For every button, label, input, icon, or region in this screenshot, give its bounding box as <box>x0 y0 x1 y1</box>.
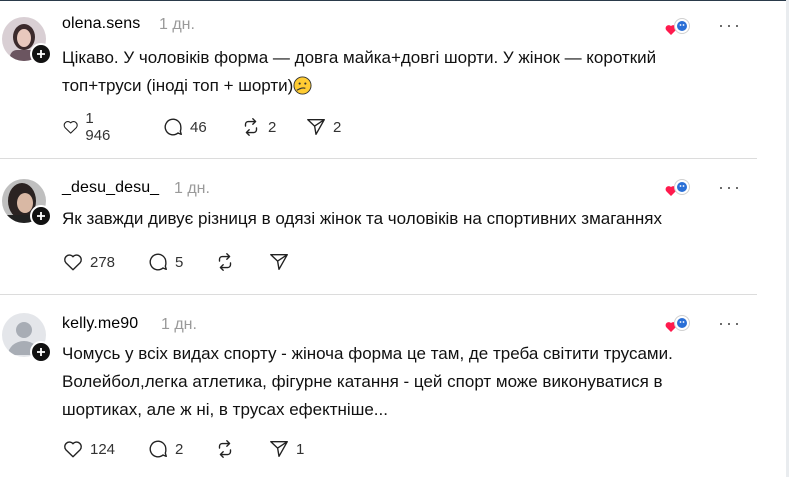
repost-count: 2 <box>268 118 277 136</box>
like-button[interactable]: 124 <box>62 437 115 461</box>
username[interactable]: _desu_desu_ <box>62 179 159 197</box>
comment-count: 5 <box>175 253 184 271</box>
comment-button[interactable]: 5 <box>147 250 183 274</box>
share-count: 2 <box>333 118 342 136</box>
heart-and-smiley-reaction-icon <box>665 315 690 332</box>
follow-plus-icon[interactable] <box>30 205 52 227</box>
more-dots-icon[interactable]: ··· <box>718 313 742 334</box>
post-desu-desu: _desu_desu_ 1 дн. ··· Як завжди дивує рі… <box>0 159 760 294</box>
more-dots-icon[interactable]: ··· <box>718 15 742 36</box>
speech-bubble-icon <box>149 253 167 271</box>
heart-outline-icon <box>63 121 78 134</box>
post-time[interactable]: 1 дн. <box>174 180 210 198</box>
repost-arrows-icon <box>218 440 232 458</box>
share-button[interactable] <box>268 250 296 274</box>
speech-bubble-icon <box>164 118 182 136</box>
send-paper-plane-icon <box>307 118 325 136</box>
heart-outline-icon <box>64 441 82 458</box>
post-text-line: Як завжди дивує різниця в одязі жінок та… <box>62 209 662 228</box>
comment-button[interactable]: 46 <box>162 115 207 139</box>
follow-plus-icon[interactable] <box>30 341 52 363</box>
post-text-line: шортиках, але ж ні, в трусах ефектніше..… <box>62 400 388 419</box>
heart-and-smiley-reaction-icon <box>665 179 690 196</box>
share-button[interactable]: 2 <box>305 115 341 139</box>
speech-bubble-icon <box>149 440 167 458</box>
send-paper-plane-icon <box>270 440 288 458</box>
send-paper-plane-icon <box>270 253 288 271</box>
post-text: Як завжди дивує різниця в одязі жінок та… <box>62 205 752 233</box>
username[interactable]: olena.sens <box>62 15 140 33</box>
post-text: Чомусь у всіх видах спорту - жіноча форм… <box>62 340 752 424</box>
like-count: 278 <box>90 253 116 271</box>
repost-button[interactable] <box>214 437 242 461</box>
username[interactable]: kelly.me90 <box>62 315 138 333</box>
repost-button[interactable]: 2 <box>240 115 276 139</box>
like-button[interactable]: 1 946 <box>62 110 115 144</box>
post-kelly-me90: kelly.me90 1 дн. ··· Чомусь у всіх видах… <box>0 295 760 477</box>
comment-button[interactable]: 2 <box>147 437 183 461</box>
heart-and-smiley-reaction-icon <box>665 18 690 35</box>
thinking-face-emoji <box>293 76 312 95</box>
like-button[interactable]: 278 <box>62 250 115 274</box>
comment-count: 2 <box>175 440 184 458</box>
post-text-line: Волейбол,легка атлетика, фігурне катання… <box>62 372 663 391</box>
repost-arrows-icon <box>218 253 232 271</box>
post-text-line: Цікаво. У чоловіків форма — довга майка+… <box>62 48 657 67</box>
like-count: 1 946 <box>85 110 111 144</box>
post-text-line: Чомусь у всіх видах спорту - жіноча форм… <box>62 344 673 363</box>
post-text: Цікаво. У чоловіків форма — довга майка+… <box>62 44 752 100</box>
post-text-line: топ+труси (іноді топ + шорти) <box>62 76 294 95</box>
heart-outline-icon <box>64 254 82 271</box>
share-button[interactable]: 1 <box>268 437 304 461</box>
follow-plus-icon[interactable] <box>30 43 52 65</box>
share-count: 1 <box>296 440 305 458</box>
post-time[interactable]: 1 дн. <box>159 16 195 34</box>
post-time[interactable]: 1 дн. <box>161 316 197 334</box>
post-olena-sens: olena.sens 1 дн. ··· Цікаво. У чоловіків… <box>0 0 760 158</box>
repost-arrows-icon <box>244 118 258 136</box>
repost-button[interactable] <box>214 250 242 274</box>
more-dots-icon[interactable]: ··· <box>718 177 742 198</box>
like-count: 124 <box>90 440 116 458</box>
comment-count: 46 <box>190 118 207 136</box>
